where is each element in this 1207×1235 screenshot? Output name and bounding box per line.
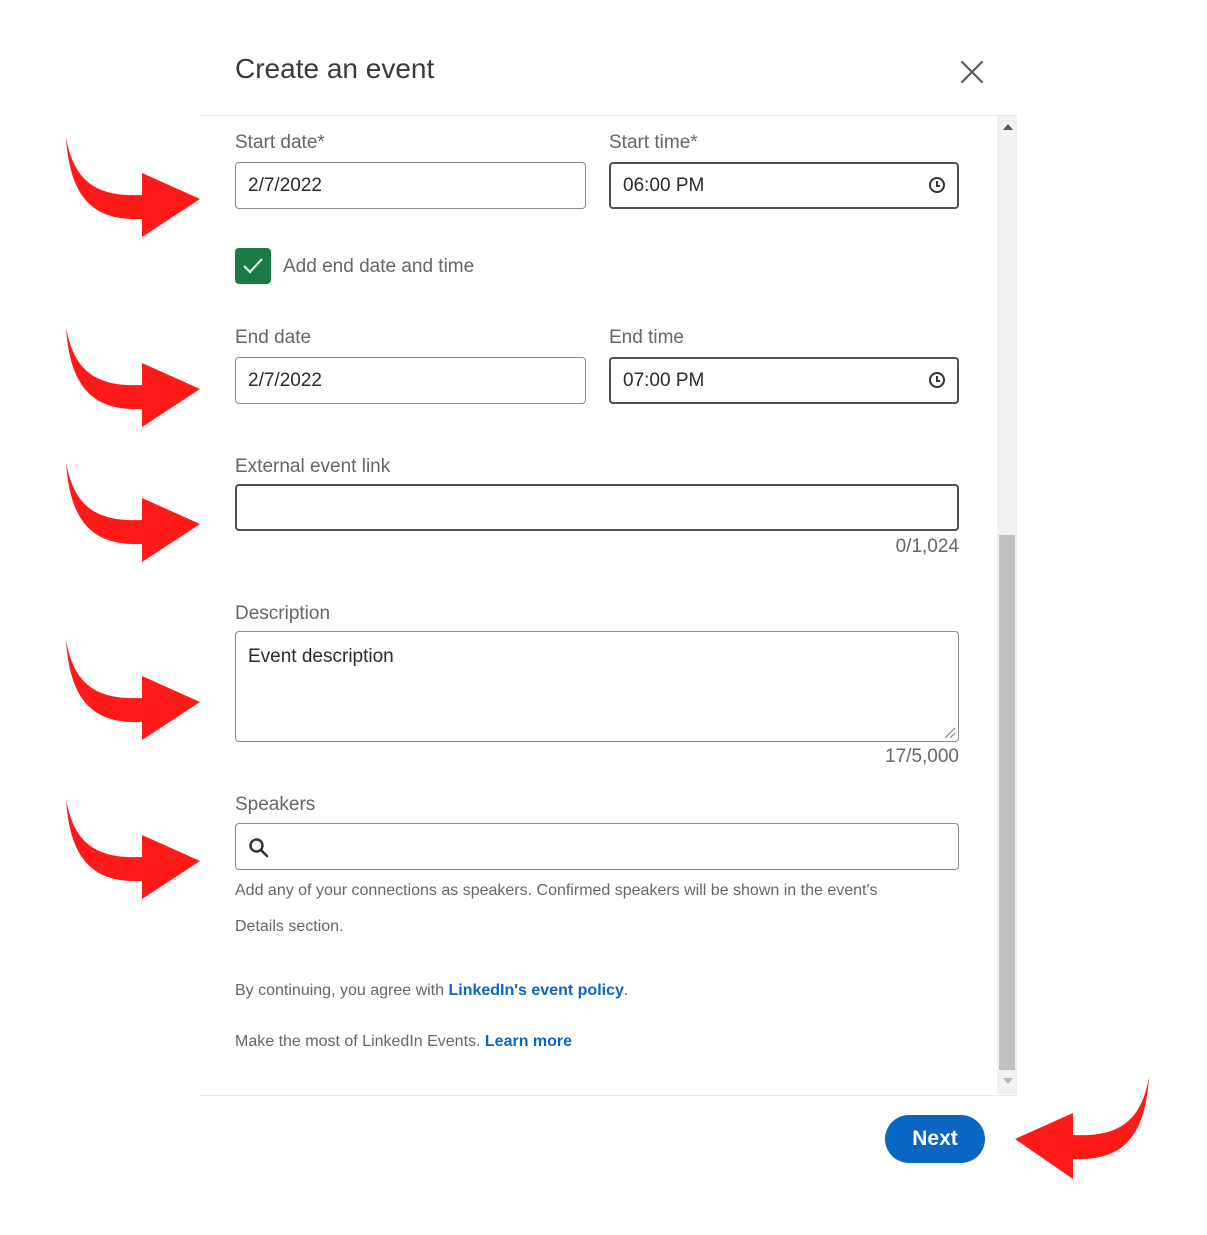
speakers-label: Speakers [235,794,316,815]
policy-prefix: By continuing, you agree with [235,982,449,999]
resize-handle-icon[interactable] [944,727,956,739]
header-divider [200,115,1017,116]
scrollbar-thumb[interactable] [999,535,1015,1070]
external-link-label: External event link [235,456,391,477]
description-label: Description [235,603,331,624]
event-policy-link[interactable]: LinkedIn's event policy [448,982,623,999]
speakers-search-input[interactable] [235,823,959,870]
end-time-value: 07:00 PM [623,369,705,391]
speakers-helper-line2: Details section. [235,918,344,935]
add-end-checkbox[interactable] [235,248,271,284]
next-button[interactable]: Next [885,1115,985,1163]
policy-suffix: . [623,982,629,999]
start-date-value: 2/7/2022 [248,174,322,196]
start-date-input[interactable]: 2/7/2022 [235,162,586,209]
annotation-arrow-icon [1015,1077,1149,1179]
end-time-input[interactable]: 07:00 PM [609,357,959,404]
start-time-value: 06:00 PM [623,174,705,196]
external-link-counter: 0/1,024 [895,536,959,557]
end-time-label: End time [609,327,684,348]
dialog-title: Create an event [235,53,435,84]
external-link-input[interactable] [235,484,959,531]
end-date-label: End date [235,327,312,348]
search-icon [249,838,269,858]
annotation-arrow-icon [66,137,200,237]
end-date-value: 2/7/2022 [248,369,322,391]
description-counter: 17/5,000 [885,746,959,767]
close-icon[interactable] [956,56,988,88]
footer-divider [200,1095,1017,1096]
annotation-arrow-icon [66,327,200,427]
learn-prefix: Make the most of LinkedIn Events. [235,1033,485,1050]
scroll-up-icon[interactable] [1003,124,1013,130]
checkmark-icon [243,258,263,274]
annotation-arrow-icon [66,462,200,562]
description-value: Event description [248,646,394,667]
clock-icon [929,177,945,193]
clock-icon [929,372,945,388]
learn-more-link[interactable]: Learn more [485,1033,572,1050]
end-date-input[interactable]: 2/7/2022 [235,357,586,404]
annotation-arrow-icon [66,799,200,899]
policy-text: By continuing, you agree with LinkedIn's… [235,982,628,1000]
start-time-label: Start time* [609,132,698,153]
start-date-label: Start date* [235,132,325,153]
learn-more-text: Make the most of LinkedIn Events. Learn … [235,1033,572,1051]
add-end-label: Add end date and time [283,256,475,277]
description-textarea[interactable]: Event description [235,631,959,742]
annotation-arrow-icon [66,640,200,740]
start-time-input[interactable]: 06:00 PM [609,162,959,209]
speakers-helper-line1: Add any of your connections as speakers.… [235,882,878,899]
